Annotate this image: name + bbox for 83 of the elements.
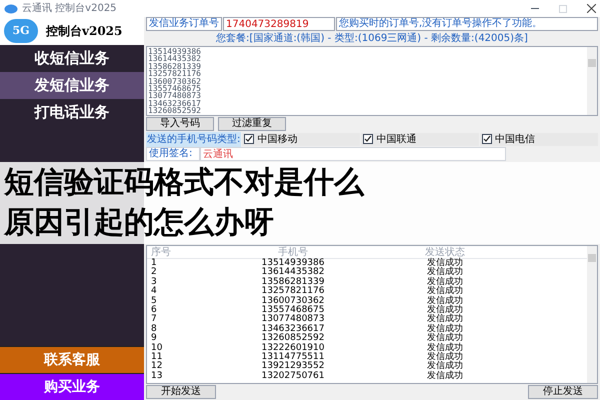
table-cell-text: 6 xyxy=(150,306,158,315)
table-cell-text: 13260852592 xyxy=(260,334,326,344)
table-cell-text: 13114775511 xyxy=(260,352,326,362)
checkbox[interactable] xyxy=(363,134,374,144)
package-info: 您套餐:[国家通道:(韩国) - 类型:(1069三网通) - 剩余数量:(42005)条] xyxy=(215,32,529,45)
carrier-option[interactable]: 中国联通 xyxy=(361,132,480,146)
logo-badge: 5G xyxy=(4,19,38,43)
action-button[interactable]: 停止发送 xyxy=(528,385,598,399)
table-cell-text: 11 xyxy=(150,352,164,362)
cloud-icon xyxy=(4,3,18,14)
table-cell-text: 13514939386 xyxy=(260,259,326,268)
phone-number: 13514939386 xyxy=(148,48,202,56)
table-cell-text: 8 xyxy=(150,324,158,334)
table-cell-text: 13600730362 xyxy=(260,296,326,306)
table-cell-text: 发信成功 xyxy=(426,268,464,278)
table-cell-text: 发信成功 xyxy=(426,296,464,306)
table-cell-text: 发信成功 xyxy=(426,315,464,324)
phone-number: 13257821176 xyxy=(148,70,202,78)
action-button[interactable]: 开始发送 xyxy=(146,385,216,399)
table-cell-text: 发信成功 xyxy=(426,362,464,372)
table-cell-text: 13222601910 xyxy=(260,344,326,353)
scrollbar[interactable] xyxy=(587,47,597,115)
table-cell-text: 13257821176 xyxy=(260,287,326,296)
phone-number: 13557468675 xyxy=(148,85,202,92)
table-cell-text: 7 xyxy=(150,315,158,324)
table-cell-text: 发信成功 xyxy=(426,372,464,382)
table-cell-text: 13586281339 xyxy=(260,278,326,287)
scrollbar[interactable] xyxy=(587,246,597,383)
toolbar-button[interactable]: 导入号码 xyxy=(146,117,214,131)
signature-label: 使用签名: xyxy=(146,147,200,161)
table-cell-text: 13 xyxy=(150,372,164,382)
table-cell-text: 发信成功 xyxy=(426,259,464,268)
checkbox[interactable] xyxy=(244,134,254,144)
table-cell-text: 5 xyxy=(150,296,158,306)
phone-number: 13614435382 xyxy=(148,55,202,63)
window-title: 云通讯 控制台v2025 xyxy=(22,2,117,16)
table-cell-text: 13614435382 xyxy=(260,268,326,278)
logo-title: 控制台v2025 xyxy=(46,23,122,40)
table-cell-text: 发信成功 xyxy=(426,324,464,334)
table-cell-text: 发信成功 xyxy=(426,344,464,353)
carrier-option[interactable]: 中国电信 xyxy=(480,132,598,146)
table-cell-text: 13463236617 xyxy=(260,324,326,334)
table-cell-text: 13557468675 xyxy=(260,306,326,315)
check-icon xyxy=(364,135,372,143)
table-cell-text: 发信成功 xyxy=(426,306,464,315)
banner-line: 原因引起的怎么办呀 xyxy=(4,204,274,242)
order-hint: 您购买时的订单号,没有订单号操作不了功能。 xyxy=(336,17,598,31)
carrier-option[interactable]: 中国移动 xyxy=(242,132,360,146)
table-cell-text: 13077480873 xyxy=(260,315,326,324)
signature-input[interactable]: 云通讯 xyxy=(200,147,506,161)
table-cell-text: 2 xyxy=(150,268,158,278)
checkbox[interactable] xyxy=(482,134,492,144)
banner-line: 短信验证码格式不对是什么 xyxy=(4,164,364,202)
table-cell-text: 13921293552 xyxy=(260,362,326,372)
sidebar-item[interactable]: 购买业务 xyxy=(0,373,144,400)
phone-number: 13463236617 xyxy=(148,100,202,108)
table-cell-text: 1 xyxy=(150,259,158,268)
order-input[interactable]: 1740473289819 xyxy=(223,17,335,31)
check-icon xyxy=(483,135,492,143)
table-cell-text: 发信成功 xyxy=(426,287,464,296)
phone-number: 13077480873 xyxy=(148,92,202,100)
sidebar-item[interactable]: 发短信业务 xyxy=(0,72,144,99)
sidebar-item[interactable]: 打电话业务 xyxy=(0,99,144,126)
table-cell-text: 13202750761 xyxy=(260,372,326,382)
table-cell-text: 10 xyxy=(150,344,164,353)
table-cell-text: 4 xyxy=(150,287,158,296)
toolbar-button[interactable]: 过滤重复 xyxy=(218,117,286,131)
table-cell-text: 12 xyxy=(150,362,164,372)
table-cell-text: 发信成功 xyxy=(426,278,464,287)
close-icon[interactable] xyxy=(587,4,596,13)
check-icon xyxy=(245,135,254,143)
order-label: 发信业务订单号 xyxy=(146,17,222,31)
phone-number: 13586281339 xyxy=(148,62,202,70)
table-cell-text: 3 xyxy=(150,278,158,287)
table-cell-text: 发信成功 xyxy=(426,334,464,344)
sidebar-item[interactable]: 联系客服 xyxy=(0,346,144,373)
sidebar-item[interactable]: 收短信业务 xyxy=(0,45,144,72)
table-cell-text: 9 xyxy=(150,334,157,344)
numbers-textarea[interactable]: 13514939386 13614435382 13586281339 13257821176 13600730362 13557468675 13077480873 13463236617 13260852592 xyxy=(146,46,598,116)
carrier-label: 发送的手机号码类型: xyxy=(146,132,242,146)
phone-number: 13600730362 xyxy=(148,78,202,86)
phone-number: 13260852592 xyxy=(148,107,202,115)
table-cell-text: 发信成功 xyxy=(426,352,464,362)
